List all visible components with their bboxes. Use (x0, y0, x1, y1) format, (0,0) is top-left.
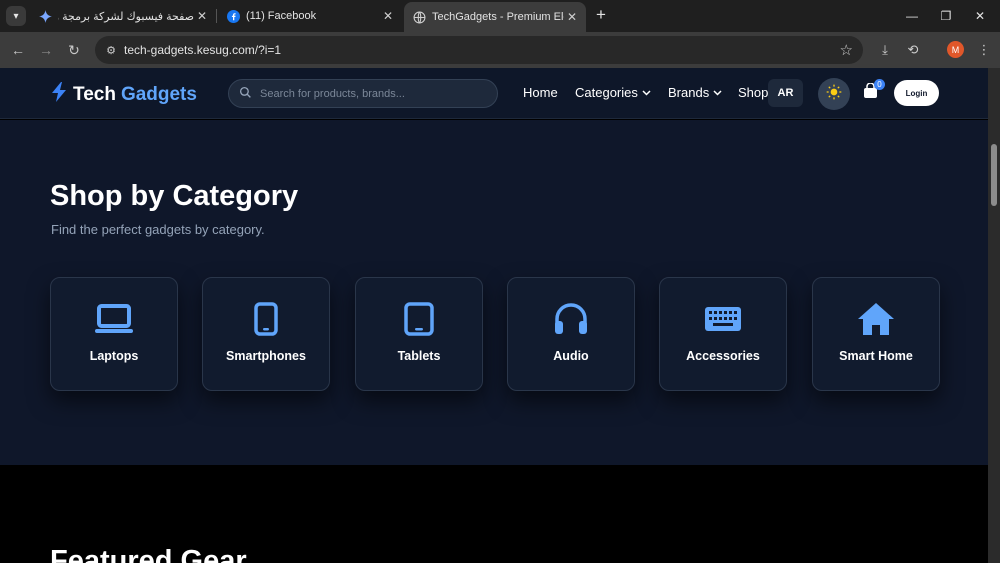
cart-button[interactable]: 0 (863, 79, 885, 105)
chevron-down-icon: ▾ (13, 10, 19, 22)
profile-avatar[interactable]: M (947, 41, 964, 58)
nav-categories-label: Categories (575, 85, 638, 100)
search-icon (239, 86, 252, 102)
laptop-icon (51, 302, 177, 336)
smartphone-icon (203, 302, 329, 336)
featured-gear-title: Featured Gear (50, 545, 247, 563)
tab-title: (11) Facebook (246, 10, 317, 22)
category-card-laptops[interactable]: Laptops (50, 277, 178, 391)
browser-tab-1[interactable]: صفحة فيسبوك لشركة برمجة وتص ✕ (30, 4, 216, 28)
page-viewport: Tech Gadgets Home Categories Brands Shop (0, 68, 988, 563)
tab-title: صفحة فيسبوك لشركة برمجة وتص (58, 10, 194, 23)
section-title: Shop by Category (50, 180, 299, 212)
cart-count-badge: 0 (874, 79, 885, 90)
login-button[interactable]: Login (894, 80, 939, 106)
close-icon[interactable]: ✕ (564, 9, 580, 25)
site-header: Tech Gadgets Home Categories Brands Shop (0, 68, 988, 119)
reload-icon[interactable]: ↻ (64, 40, 84, 60)
tablet-icon (356, 302, 482, 336)
browser-tab-2[interactable]: (11) Facebook ✕ (218, 4, 402, 28)
nav-brands[interactable]: Brands (668, 85, 722, 100)
headphones-icon (508, 302, 634, 336)
logo-word-tech: Tech (73, 84, 116, 105)
nav-home[interactable]: Home (523, 85, 558, 100)
chevron-down-icon (642, 88, 651, 98)
forward-arrow-icon[interactable]: → (36, 40, 56, 60)
facebook-icon (226, 9, 240, 23)
sun-icon (826, 84, 842, 105)
category-card-tablets[interactable]: Tablets (355, 277, 483, 391)
category-card-accessories[interactable]: Accessories (659, 277, 787, 391)
nav-shop[interactable]: Shop (738, 85, 768, 100)
section-subtitle: Find the perfect gadgets by category. (51, 222, 265, 237)
category-label: Audio (553, 349, 589, 363)
more-menu-icon[interactable]: ⋮ (974, 40, 994, 60)
scrollbar-thumb[interactable] (991, 144, 997, 206)
keyboard-icon (660, 302, 786, 336)
back-arrow-icon[interactable]: ← (8, 40, 28, 60)
nav-brands-label: Brands (668, 85, 710, 100)
tab-search-button[interactable]: ▾ (6, 6, 26, 26)
chevron-down-icon (713, 88, 722, 98)
new-tab-button[interactable]: + (593, 6, 609, 25)
lightning-bolt-icon (51, 82, 67, 108)
logo-word-gadgets: Gadgets (120, 84, 197, 105)
bookmark-star-icon[interactable]: ☆ (840, 41, 853, 59)
nav-categories[interactable]: Categories (575, 85, 651, 100)
gemini-sparkle-icon (38, 9, 52, 23)
search-input[interactable] (260, 85, 480, 103)
page-scrollbar[interactable] (988, 68, 1000, 563)
category-label: Accessories (686, 349, 760, 363)
category-label: Smart Home (839, 349, 913, 363)
category-card-smart-home[interactable]: Smart Home (812, 277, 940, 391)
minimize-icon[interactable]: — (902, 6, 922, 26)
browser-tab-active[interactable]: TechGadgets - Premium Electro ✕ (404, 2, 586, 32)
nav-shop-label: Shop (738, 85, 769, 100)
browser-toolbar: ← → ↻ ⚙ tech-gadgets.kesug.com/?i=1 ☆ ⤓ … (0, 32, 1000, 68)
browser-tab-strip: ▾ صفحة فيسبوك لشركة برمجة وتص ✕ (11) Fac… (0, 0, 1000, 32)
site-info-icon[interactable]: ⚙ (103, 42, 119, 58)
close-icon[interactable]: ✕ (380, 8, 396, 24)
close-window-icon[interactable]: ✕ (970, 6, 990, 26)
theme-toggle-button[interactable] (818, 78, 850, 110)
site-logo[interactable]: Tech Gadgets (51, 82, 197, 108)
history-icon[interactable]: ⟲ (903, 40, 923, 60)
close-icon[interactable]: ✕ (194, 8, 210, 24)
category-label: Smartphones (226, 349, 306, 363)
shop-by-category-section: Shop by Category Find the perfect gadget… (0, 120, 988, 465)
tab-title: TechGadgets - Premium Electro (432, 11, 564, 23)
category-card-audio[interactable]: Audio (507, 277, 635, 391)
home-icon (813, 302, 939, 336)
url-text[interactable]: tech-gadgets.kesug.com/?i=1 (124, 43, 281, 57)
category-label: Tablets (397, 349, 441, 363)
tab-separator (216, 9, 217, 23)
download-icon[interactable]: ⤓ (875, 40, 895, 60)
search-bar[interactable] (228, 79, 498, 108)
address-bar[interactable]: ⚙ tech-gadgets.kesug.com/?i=1 ☆ (95, 36, 863, 64)
category-label: Laptops (89, 349, 139, 363)
globe-icon (412, 10, 426, 24)
nav-home-label: Home (523, 85, 558, 100)
restore-icon[interactable]: ❐ (936, 6, 956, 26)
language-toggle-button[interactable]: AR (768, 79, 803, 107)
category-card-smartphones[interactable]: Smartphones (202, 277, 330, 391)
